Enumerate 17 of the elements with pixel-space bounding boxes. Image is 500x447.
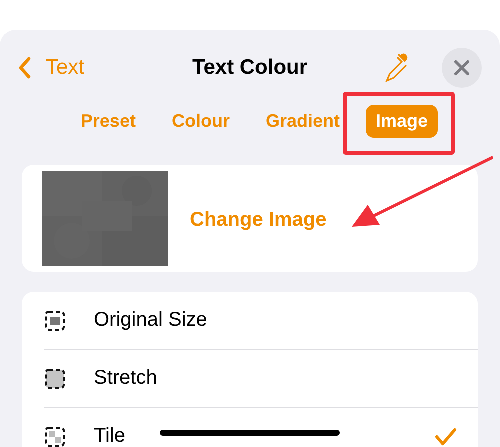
close-button[interactable] [442,48,482,88]
sheet-title: Text Colour [191,56,309,80]
close-icon [454,60,470,76]
checker-frame-icon [44,426,66,447]
dashed-frame-icon [44,310,66,332]
fill-mode-option[interactable]: Tile [94,425,126,447]
tab[interactable]: Preset [70,104,146,138]
fill-mode-option[interactable]: Original Size [94,309,208,332]
tab[interactable]: Colour [162,104,240,138]
filled-frame-icon [44,368,66,390]
fill-mode-option[interactable]: Stretch [94,367,158,390]
tab[interactable]: Gradient [256,104,350,138]
chevron-left-icon [18,56,32,80]
eyedropper-icon[interactable] [384,52,408,84]
change-image-link[interactable]: Change Image [190,209,327,232]
back-button[interactable]: Text [12,55,91,81]
tab[interactable]: Image [366,104,438,138]
